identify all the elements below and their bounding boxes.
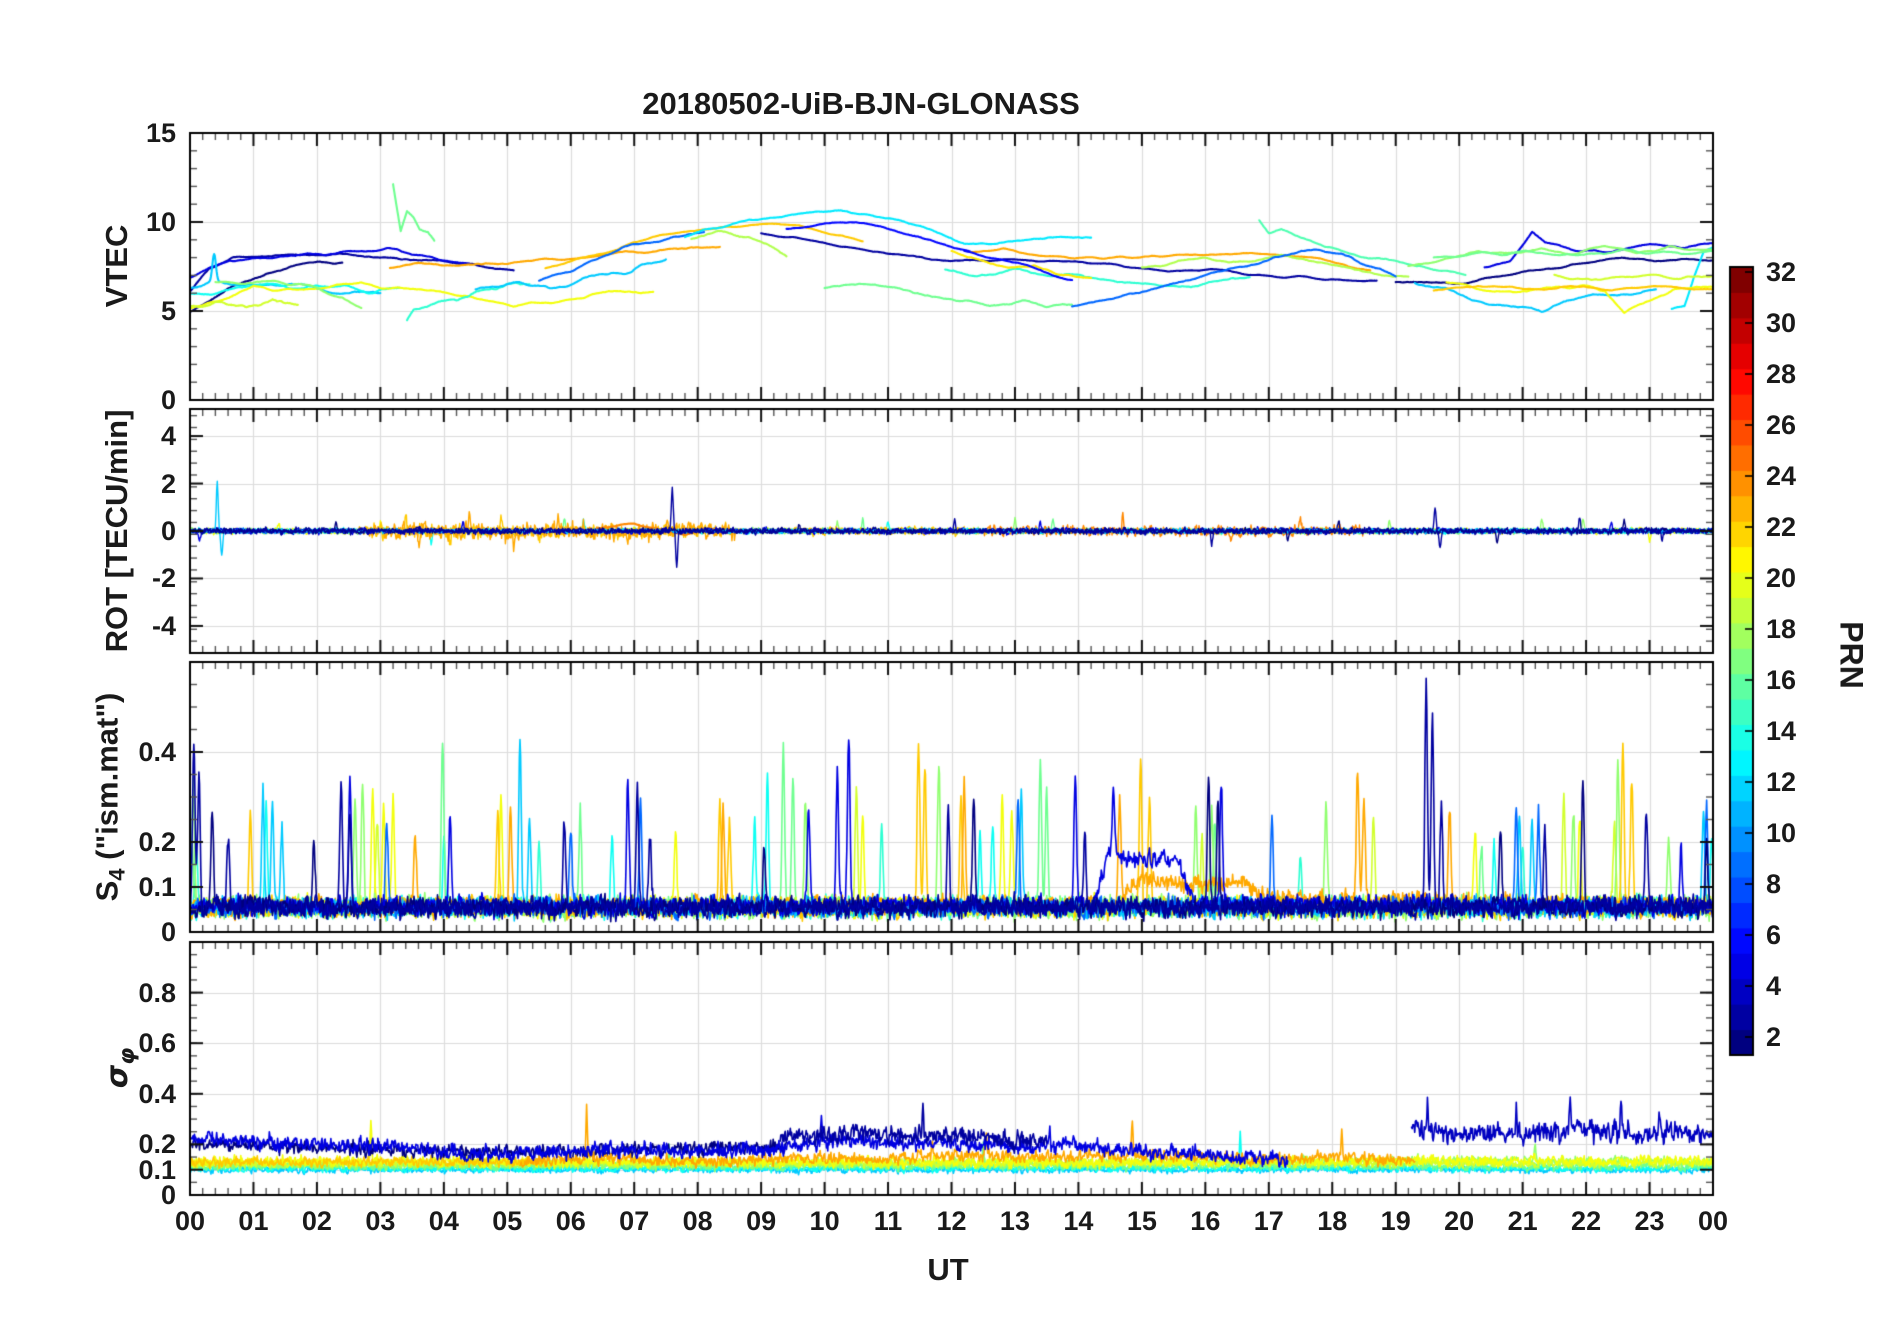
colorbar-tick-label: 30	[1766, 308, 1797, 338]
colorbar-tick-label: 12	[1766, 767, 1797, 797]
x-tick-label: 09	[746, 1206, 777, 1236]
y-axis-label-vtec: VTEC	[99, 224, 134, 308]
x-tick-label: 16	[1190, 1206, 1221, 1236]
colorbar-tick-label: 10	[1766, 818, 1797, 848]
x-tick-label: 13	[999, 1206, 1030, 1236]
colorbar-tick-label: 26	[1766, 410, 1797, 440]
colorbar-tick-label: 6	[1766, 920, 1782, 950]
x-tick-label: 17	[1253, 1206, 1284, 1236]
x-tick-label: 12	[936, 1206, 967, 1236]
y-tick-label: 0.4	[138, 1078, 176, 1109]
y-axis-label-s4: S4 ("ism.mat")	[89, 693, 130, 902]
y-tick-label: 0	[160, 917, 176, 947]
colorbar-tick-label: 32	[1766, 257, 1797, 287]
x-tick-label: 07	[619, 1206, 650, 1236]
x-tick-label: 18	[1317, 1206, 1348, 1236]
figure: 20180502-UiB-BJN-GLONASS VTEC ROT [TECU/…	[0, 0, 1902, 1330]
y-tick-label: 2	[160, 468, 176, 499]
colorbar-tick-label: 16	[1766, 665, 1797, 695]
x-tick-label: 23	[1634, 1206, 1665, 1236]
x-tick-label: 02	[301, 1206, 332, 1236]
y-tick-label: 0	[160, 385, 176, 415]
x-tick-label: 22	[1571, 1206, 1602, 1236]
colorbar-tick-label: 18	[1766, 614, 1797, 644]
colorbar-tick-label: 24	[1766, 461, 1797, 491]
y-tick-label: -2	[151, 563, 176, 594]
y-tick-label: 4	[160, 421, 176, 452]
chart-title: 20180502-UiB-BJN-GLONASS	[642, 86, 1080, 121]
x-tick-label: 03	[365, 1206, 396, 1236]
y-tick-label: 5	[160, 296, 176, 326]
y-tick-label: 0	[160, 1180, 176, 1210]
colorbar-tick-label: 28	[1766, 359, 1797, 389]
x-tick-label: 15	[1126, 1206, 1157, 1236]
colorbar-tick-label: 2	[1766, 1022, 1782, 1052]
y-tick-label: 0.1	[138, 872, 176, 902]
x-tick-label: 00	[174, 1206, 206, 1236]
x-tick-label: 06	[555, 1206, 586, 1236]
x-tick-label: 11	[873, 1206, 903, 1236]
x-tick-label: 14	[1063, 1206, 1094, 1236]
x-axis-label: UT	[927, 1252, 969, 1287]
colorbar-tick-label: 8	[1766, 869, 1782, 899]
y-tick-label: 15	[145, 118, 176, 148]
x-tick-label: 00	[1697, 1206, 1729, 1236]
y-tick-label: 0.2	[138, 827, 176, 857]
y-tick-label: -4	[151, 610, 176, 641]
x-tick-label: 21	[1507, 1206, 1538, 1236]
y-tick-label: 0	[160, 516, 176, 546]
colorbar-tick-label: 20	[1766, 563, 1797, 593]
x-tick-label: 19	[1380, 1206, 1411, 1236]
x-tick-label: 05	[492, 1206, 523, 1236]
x-tick-label: 20	[1444, 1206, 1475, 1236]
y-tick-label: 10	[145, 207, 176, 237]
x-tick-label: 08	[682, 1206, 713, 1236]
y-tick-label: 0.8	[138, 977, 176, 1008]
x-tick-label: 04	[428, 1206, 459, 1236]
y-tick-label: 0.6	[138, 1028, 176, 1059]
colorbar-tick-label: 22	[1766, 512, 1797, 542]
x-tick-label: 01	[238, 1206, 269, 1236]
colorbar-label: PRN	[1833, 621, 1870, 689]
colorbar-tick-label: 14	[1766, 716, 1797, 746]
plot-canvas	[0, 0, 1902, 1330]
y-tick-label: 0.4	[138, 737, 176, 767]
colorbar-tick-label: 4	[1766, 971, 1782, 1001]
x-tick-label: 10	[809, 1206, 840, 1236]
